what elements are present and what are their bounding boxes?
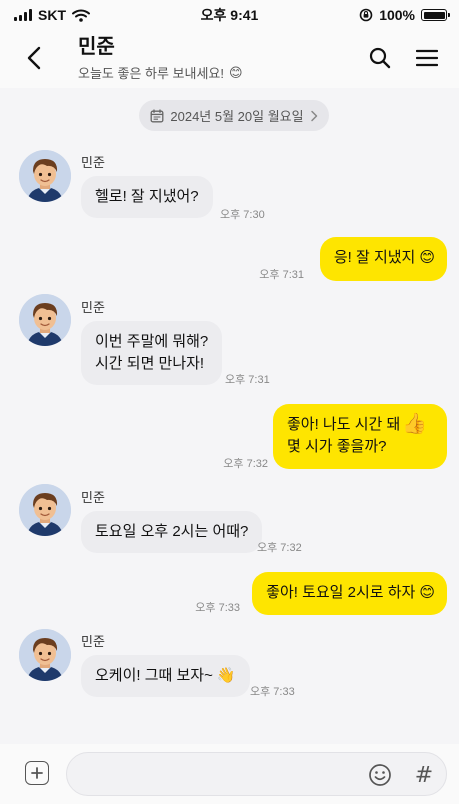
- message-time: 오후 7:32: [257, 542, 302, 554]
- avatar[interactable]: [19, 629, 71, 681]
- message-text: 좋아! 토요일 2시로 하자: [266, 584, 416, 601]
- status-bar: SKT 오후 9:41 100%: [0, 0, 459, 30]
- menu-button[interactable]: [411, 42, 443, 74]
- smile-icon: [369, 764, 391, 786]
- battery-icon: [421, 9, 450, 21]
- chat-title-block: 민준 오늘도 좋은 하루 보내세요! 😊: [78, 35, 243, 82]
- avatar[interactable]: [19, 150, 71, 202]
- carrier-label: SKT: [38, 7, 66, 23]
- subtitle-text: 오늘도 좋은 하루 보내세요!: [78, 66, 225, 81]
- sender-name: 민준: [81, 155, 105, 170]
- message-text: 오케이! 그때 보자~: [95, 667, 213, 684]
- message-bubble-outgoing[interactable]: 좋아! 나도 시간 돼 몇 시가 좋을까? 👍: [273, 404, 447, 469]
- status-right: 100%: [359, 7, 450, 23]
- message-bubble-incoming[interactable]: 헬로! 잘 지냈어?: [81, 176, 213, 218]
- chevron-left-icon: [27, 46, 41, 70]
- chat-subtitle: 오늘도 좋은 하루 보내세요! 😊: [78, 63, 243, 82]
- input-bar: #: [0, 744, 459, 804]
- message-bubble-incoming[interactable]: 이번 주말에 뭐해? 시간 되면 만나자!: [81, 321, 223, 385]
- orientation-lock-icon: [359, 8, 373, 22]
- sender-name: 민준: [81, 634, 105, 649]
- back-button[interactable]: [18, 42, 50, 74]
- smile-emoji-icon: 😊: [419, 584, 435, 602]
- battery-percent: 100%: [379, 7, 415, 23]
- avatar-image: [19, 294, 71, 346]
- avatar[interactable]: [19, 294, 71, 346]
- message-time: 오후 7:33: [195, 602, 240, 614]
- search-icon: [369, 47, 391, 69]
- thumbs-up-emoji-icon: 👍: [402, 413, 427, 435]
- date-divider[interactable]: 2024년 5월 20일 월요일: [139, 100, 329, 131]
- status-left: SKT: [14, 7, 90, 23]
- message-text: 좋아! 나도 시간 돼 몇 시가 좋을까?: [287, 416, 401, 455]
- chevron-right-icon: [310, 110, 317, 121]
- waving-hand-emoji-icon: 👋: [216, 667, 236, 685]
- sender-name: 민준: [81, 300, 105, 315]
- message-time: 오후 7:31: [259, 269, 304, 281]
- add-attachment-button[interactable]: [25, 761, 49, 785]
- message-time: 오후 7:30: [220, 209, 265, 221]
- message-time: 오후 7:31: [225, 374, 270, 386]
- avatar[interactable]: [19, 484, 71, 536]
- search-button[interactable]: [364, 42, 396, 74]
- message-time: 오후 7:32: [223, 458, 268, 470]
- message-text: 헬로! 잘 지냈어?: [95, 188, 199, 205]
- message-bubble-incoming[interactable]: 오케이! 그때 보자~ 👋: [81, 655, 250, 697]
- message-text: 응! 잘 지냈지: [333, 249, 416, 266]
- date-label: 2024년 5월 20일 월요일: [170, 109, 304, 124]
- chat-title: 민준: [78, 36, 115, 58]
- avatar-image: [19, 150, 71, 202]
- smile-emoji-icon: 😊: [229, 64, 243, 80]
- hashtag-button[interactable]: #: [411, 762, 437, 788]
- signal-icon: [14, 9, 32, 21]
- avatar-image: [19, 484, 71, 536]
- calendar-icon: [150, 108, 164, 122]
- avatar-image: [19, 629, 71, 681]
- message-bubble-outgoing[interactable]: 좋아! 토요일 2시로 하자 😊: [252, 572, 447, 615]
- wifi-icon: [72, 9, 90, 22]
- hamburger-menu-icon: [416, 49, 438, 67]
- message-bubble-outgoing[interactable]: 응! 잘 지냈지 😊: [319, 237, 447, 281]
- message-text: 토요일 오후 2시는 어때?: [95, 523, 249, 540]
- smile-emoji-icon: 😊: [419, 249, 435, 267]
- message-bubble-incoming[interactable]: 토요일 오후 2시는 어때?: [81, 511, 263, 553]
- plus-icon: [31, 767, 43, 779]
- sender-name: 민준: [81, 490, 105, 505]
- emoji-button[interactable]: [367, 762, 393, 788]
- message-time: 오후 7:33: [250, 686, 295, 698]
- chat-header: 민준 오늘도 좋은 하루 보내세요! 😊: [0, 30, 459, 88]
- message-text: 이번 주말에 뭐해? 시간 되면 만나자!: [95, 333, 209, 372]
